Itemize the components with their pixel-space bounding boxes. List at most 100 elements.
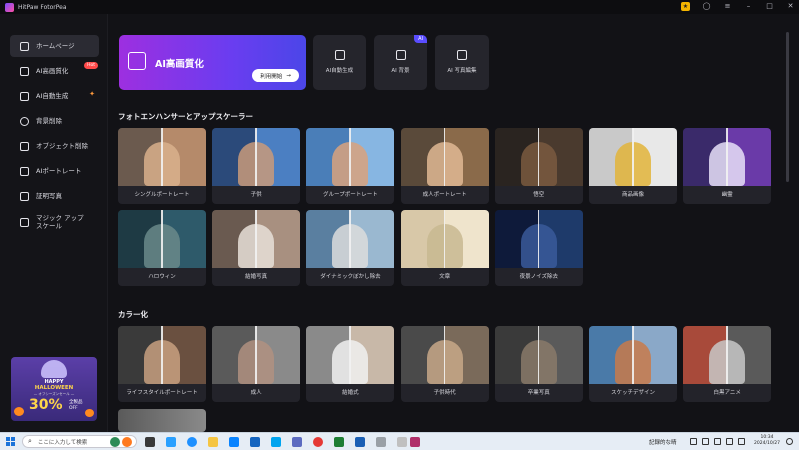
app-icon[interactable]	[397, 437, 407, 447]
card-image	[212, 128, 301, 186]
promo-discount: 30%	[29, 397, 63, 413]
task-view-icon[interactable]	[145, 437, 155, 447]
photos-icon[interactable]	[292, 437, 302, 447]
card-caption: 子供時代	[433, 390, 456, 396]
weather-tray-text[interactable]: 記録的な晴	[649, 438, 677, 446]
sidebar-item-ai-generate[interactable]: AI自動生成 ✦	[10, 85, 99, 107]
app-icon[interactable]	[271, 437, 281, 447]
card-caption: 成人	[250, 390, 262, 396]
hero-ai-enhance-card[interactable]: AI高画質化 利用開始 →	[119, 35, 306, 90]
card-image	[306, 326, 395, 384]
windows-start-icon[interactable]	[6, 437, 15, 446]
card-image	[683, 326, 772, 384]
photo-sample-card[interactable]: ライフスタイルポートレート	[118, 326, 206, 402]
compare-divider	[161, 210, 163, 268]
photo-sample-card[interactable]: 子供	[212, 128, 301, 204]
card-image	[212, 210, 301, 268]
copilot-icon[interactable]	[166, 437, 176, 447]
battery-icon[interactable]	[726, 438, 733, 445]
edge-icon[interactable]	[187, 437, 197, 447]
ai-badge: AI	[414, 35, 427, 43]
search-icon: ⌕	[28, 437, 32, 445]
app-logo-icon	[5, 2, 14, 12]
photo-sample-card[interactable]: 商品画像	[589, 128, 677, 204]
store-icon[interactable]	[229, 437, 239, 447]
search-placeholder: ここに入力して検索	[37, 439, 88, 446]
sidebar-item-ai-portrait[interactable]: AIポートレート	[10, 160, 99, 182]
card-image	[118, 128, 206, 186]
photo-sample-card[interactable]: ハロウィン	[118, 210, 206, 286]
network-icon[interactable]	[702, 438, 709, 445]
sidebar-item-ai-enhance[interactable]: AI高画質化 Hot	[10, 60, 99, 82]
gift-icon[interactable]: ★	[681, 2, 690, 11]
start-button[interactable]: 利用開始 →	[252, 69, 299, 82]
magic-wand-icon	[20, 91, 29, 101]
hot-badge: Hot	[84, 62, 98, 69]
id-card-icon	[20, 191, 29, 201]
eraser-icon	[20, 141, 29, 151]
tool-ai-generate[interactable]: AI自動生成	[313, 35, 366, 90]
excel-icon[interactable]	[334, 437, 344, 447]
card-caption: 結婚写真	[245, 274, 268, 280]
photo-sample-card[interactable]: 文章	[400, 210, 489, 286]
app-icon[interactable]	[376, 437, 386, 447]
pumpkin-icon	[14, 407, 24, 416]
promo-line2: HALLOWEEN	[34, 385, 74, 391]
photo-sample-card[interactable]: スケッチデザイン	[589, 326, 677, 402]
card-caption: スケッチデザイン	[610, 390, 655, 396]
mail-icon[interactable]	[250, 437, 260, 447]
chrome-icon[interactable]	[313, 437, 323, 447]
maximize-icon[interactable]: □	[765, 2, 774, 11]
close-icon[interactable]: ✕	[786, 2, 795, 11]
tool-ai-photo-edit[interactable]: AI 写真編集	[435, 35, 489, 90]
background-remove-icon	[20, 116, 29, 126]
tool-ai-background[interactable]: AI AI 背景	[374, 35, 427, 90]
photo-sample-card[interactable]: 子供時代	[400, 326, 489, 402]
photo-sample-card[interactable]: ダイナミックぼかし除去	[306, 210, 395, 286]
card-caption: 夜景ノイズ除去	[519, 274, 558, 280]
photo-sample-card[interactable]: 悟空	[494, 128, 583, 204]
sidebar-item-id-photo[interactable]: 証明写真	[10, 185, 99, 207]
photo-sample-card[interactable]: 白黒アニメ	[683, 326, 772, 402]
ime-icon[interactable]	[738, 438, 745, 445]
chevron-up-icon[interactable]	[690, 438, 697, 445]
halloween-promo-banner[interactable]: HAPPY HALLOWEEN — オフシーズンセール — 30% 全製品 OFF	[11, 357, 97, 421]
sidebar-item-object-remove[interactable]: オブジェクト削除	[10, 135, 99, 157]
compare-divider	[443, 326, 446, 384]
scrollbar[interactable]	[786, 32, 789, 182]
photo-sample-card[interactable]: グループポートレート	[306, 128, 395, 204]
menu-icon[interactable]: ≡	[723, 2, 732, 11]
compare-divider	[537, 128, 540, 186]
photo-sample-card[interactable]: 幽霊	[683, 128, 772, 204]
sidebar-item-label: AI高画質化	[36, 67, 69, 75]
word-icon[interactable]	[355, 437, 365, 447]
arrow-right-icon: →	[286, 72, 291, 79]
photo-sample-card[interactable]: 結婚写真	[212, 210, 301, 286]
photo-sample-card[interactable]: 成人	[212, 326, 301, 402]
compare-divider	[349, 326, 351, 384]
card-caption: 文章	[439, 274, 451, 280]
card-caption: 白黒アニメ	[713, 390, 741, 396]
sidebar: ホームページ AI高画質化 Hot AI自動生成 ✦ 背景削除 オブジェクト削除…	[0, 14, 108, 432]
notification-icon[interactable]	[786, 438, 793, 445]
fotorpea-taskbar-icon[interactable]	[410, 437, 420, 447]
card-partial[interactable]	[118, 409, 206, 432]
account-icon[interactable]: ◯	[702, 2, 711, 11]
enhance-icon	[20, 66, 29, 76]
photo-sample-card[interactable]: 成人ポートレート	[400, 128, 489, 204]
minimize-icon[interactable]: –	[744, 2, 753, 11]
file-explorer-icon[interactable]	[208, 437, 218, 447]
card-image	[212, 326, 301, 384]
sidebar-item-bg-remove[interactable]: 背景削除	[10, 110, 99, 132]
photo-sample-card[interactable]: 夜景ノイズ除去	[494, 210, 583, 286]
tool-label: AI 背景	[391, 68, 410, 74]
photo-sample-card[interactable]: 卒業写真	[494, 326, 583, 402]
sidebar-item-home[interactable]: ホームページ	[10, 35, 99, 57]
weather-icon[interactable]	[110, 437, 120, 447]
sidebar-item-magic-upscale[interactable]: マジック アップスケール	[10, 210, 99, 234]
pumpkin-icon[interactable]	[122, 437, 132, 447]
clock[interactable]: 10:34 2024/10/27	[754, 435, 780, 447]
photo-sample-card[interactable]: 結婚式	[306, 326, 395, 402]
volume-icon[interactable]	[714, 438, 721, 445]
photo-sample-card[interactable]: シングルポートレート	[118, 128, 206, 204]
